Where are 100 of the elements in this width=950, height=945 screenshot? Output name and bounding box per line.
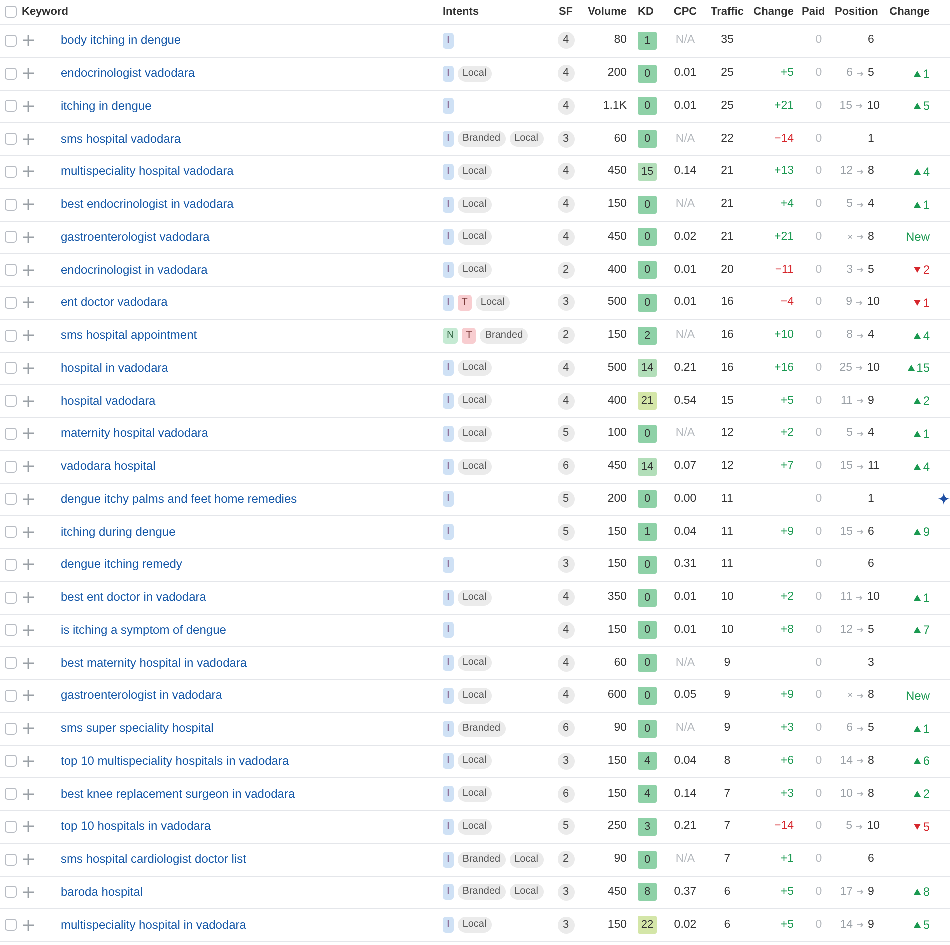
keyword-link[interactable]: hospital in vadodara	[61, 360, 168, 375]
add-icon[interactable]	[23, 264, 34, 276]
add-icon[interactable]	[23, 396, 34, 407]
column-header[interactable]: Change	[880, 4, 932, 20]
checkbox[interactable]	[5, 788, 17, 800]
keyword-link[interactable]: sms hospital vadodara	[61, 132, 182, 146]
checkbox[interactable]	[5, 690, 17, 702]
checkbox[interactable]	[5, 657, 17, 670]
keyword-link[interactable]: best maternity hospital in vadodara	[61, 656, 248, 670]
add-icon[interactable]	[23, 461, 34, 472]
column-header[interactable]: Paid	[795, 4, 835, 20]
position-cell-text: 10	[867, 295, 880, 310]
checkbox[interactable]	[5, 133, 17, 146]
keyword-link[interactable]: best knee replacement surgeon in vadodara	[61, 786, 296, 800]
add-icon[interactable]	[23, 494, 34, 505]
keyword-link[interactable]: body itching in dengue	[61, 33, 182, 48]
add-icon[interactable]	[23, 756, 34, 767]
keyword-link[interactable]: best ent doctor in vadodara	[61, 590, 206, 604]
keyword-link[interactable]: itching during dengue	[61, 524, 176, 538]
checkbox[interactable]	[5, 820, 17, 833]
add-icon[interactable]	[23, 920, 34, 931]
checkbox[interactable]	[5, 919, 17, 932]
add-icon[interactable]	[23, 330, 34, 342]
add-icon[interactable]	[23, 821, 34, 832]
checkbox[interactable]	[5, 330, 17, 342]
checkbox[interactable]	[5, 493, 17, 506]
keyword-link[interactable]: sms hospital appointment	[61, 328, 198, 342]
add-icon[interactable]	[23, 690, 34, 702]
column-header[interactable]: Intents	[443, 4, 552, 20]
keyword-link[interactable]: hospital vadodara	[61, 394, 156, 408]
add-icon[interactable]	[23, 559, 34, 570]
add-icon[interactable]	[23, 624, 34, 636]
keyword-link[interactable]: dengue itching remedy	[61, 557, 182, 572]
add-icon[interactable]	[23, 68, 34, 80]
keyword-link[interactable]: top 10 multispeciality hospitals in vadodara	[61, 754, 290, 768]
keyword-link[interactable]: endocrinologist vadodara	[61, 66, 196, 80]
add-icon[interactable]	[23, 788, 34, 800]
keyword-link[interactable]: itching in dengue	[61, 98, 152, 113]
keyword-link[interactable]: top 10 hospitals in vadodara	[61, 819, 212, 834]
add-icon[interactable]	[23, 199, 34, 210]
checkbox[interactable]	[5, 854, 17, 866]
add-icon[interactable]	[23, 166, 34, 178]
add-icon[interactable]	[23, 232, 34, 243]
checkbox[interactable]	[5, 296, 17, 309]
keyword-link[interactable]: vadodara hospital	[61, 459, 156, 473]
checkbox[interactable]	[5, 166, 17, 178]
add-icon[interactable]	[23, 854, 34, 866]
keyword-link[interactable]: multispeciality hospital in vadodara	[61, 918, 246, 932]
add-icon[interactable]	[23, 526, 34, 538]
checkbox[interactable]	[5, 362, 17, 374]
keyword-link[interactable]: maternity hospital vadodara	[61, 426, 208, 440]
checkbox[interactable]	[5, 198, 17, 211]
keyword-link[interactable]: sms hospital cardiologist doctor list	[61, 852, 246, 866]
checkbox[interactable]	[5, 34, 17, 47]
column-header[interactable]: KD	[630, 4, 666, 20]
column-header[interactable]: Position	[835, 4, 880, 20]
checkbox[interactable]	[5, 6, 17, 18]
tag-badge: Local	[458, 229, 492, 246]
add-icon[interactable]	[23, 428, 34, 440]
checkbox[interactable]	[5, 526, 17, 538]
add-icon[interactable]	[23, 592, 34, 604]
add-icon[interactable]	[23, 100, 34, 112]
keyword-link[interactable]: dengue itchy palms and feet home remedies	[61, 492, 298, 506]
column-header[interactable]: Volume	[580, 4, 630, 20]
column-header[interactable]: SF	[552, 4, 580, 20]
difficulty-badge: 1	[638, 523, 657, 542]
add-icon[interactable]	[23, 35, 34, 46]
checkbox[interactable]	[5, 395, 17, 408]
position-change: 1	[914, 196, 930, 214]
checkbox[interactable]	[5, 100, 17, 112]
column-header[interactable]: CPC	[666, 4, 705, 20]
checkbox[interactable]	[5, 722, 17, 735]
keyword-link[interactable]: ent doctor vadodara	[61, 295, 168, 310]
checkbox[interactable]	[5, 428, 17, 440]
add-icon[interactable]	[23, 134, 34, 145]
keyword-link[interactable]: endocrinologist in vadodara	[61, 262, 208, 276]
checkbox[interactable]	[5, 264, 17, 276]
checkbox[interactable]	[5, 624, 17, 636]
add-icon[interactable]	[23, 723, 34, 734]
add-icon[interactable]	[23, 297, 34, 308]
checkbox[interactable]	[5, 755, 17, 768]
keyword-link[interactable]: best endocrinologist in vadodara	[61, 197, 234, 211]
add-icon[interactable]	[23, 886, 34, 898]
column-header[interactable]: Keyword	[20, 4, 443, 20]
add-icon[interactable]	[23, 362, 34, 374]
add-icon[interactable]	[23, 658, 34, 669]
keyword-link[interactable]: is itching a symptom of dengue	[61, 622, 226, 637]
column-header[interactable]: Change	[750, 4, 795, 20]
checkbox[interactable]	[5, 231, 17, 244]
checkbox[interactable]	[5, 886, 17, 898]
keyword-link[interactable]: gastroenterologist vadodara	[61, 230, 210, 244]
checkbox[interactable]	[5, 558, 17, 571]
keyword-link[interactable]: sms super speciality hospital	[61, 721, 214, 735]
keyword-link[interactable]: gastroenterologist in vadodara	[61, 688, 222, 702]
checkbox[interactable]	[5, 592, 17, 604]
keyword-link[interactable]: multispeciality hospital vadodara	[61, 164, 234, 178]
checkbox[interactable]	[5, 68, 17, 80]
column-header[interactable]: Traffic	[705, 4, 750, 20]
keyword-link[interactable]: baroda hospital	[61, 884, 144, 899]
checkbox[interactable]	[5, 460, 17, 473]
